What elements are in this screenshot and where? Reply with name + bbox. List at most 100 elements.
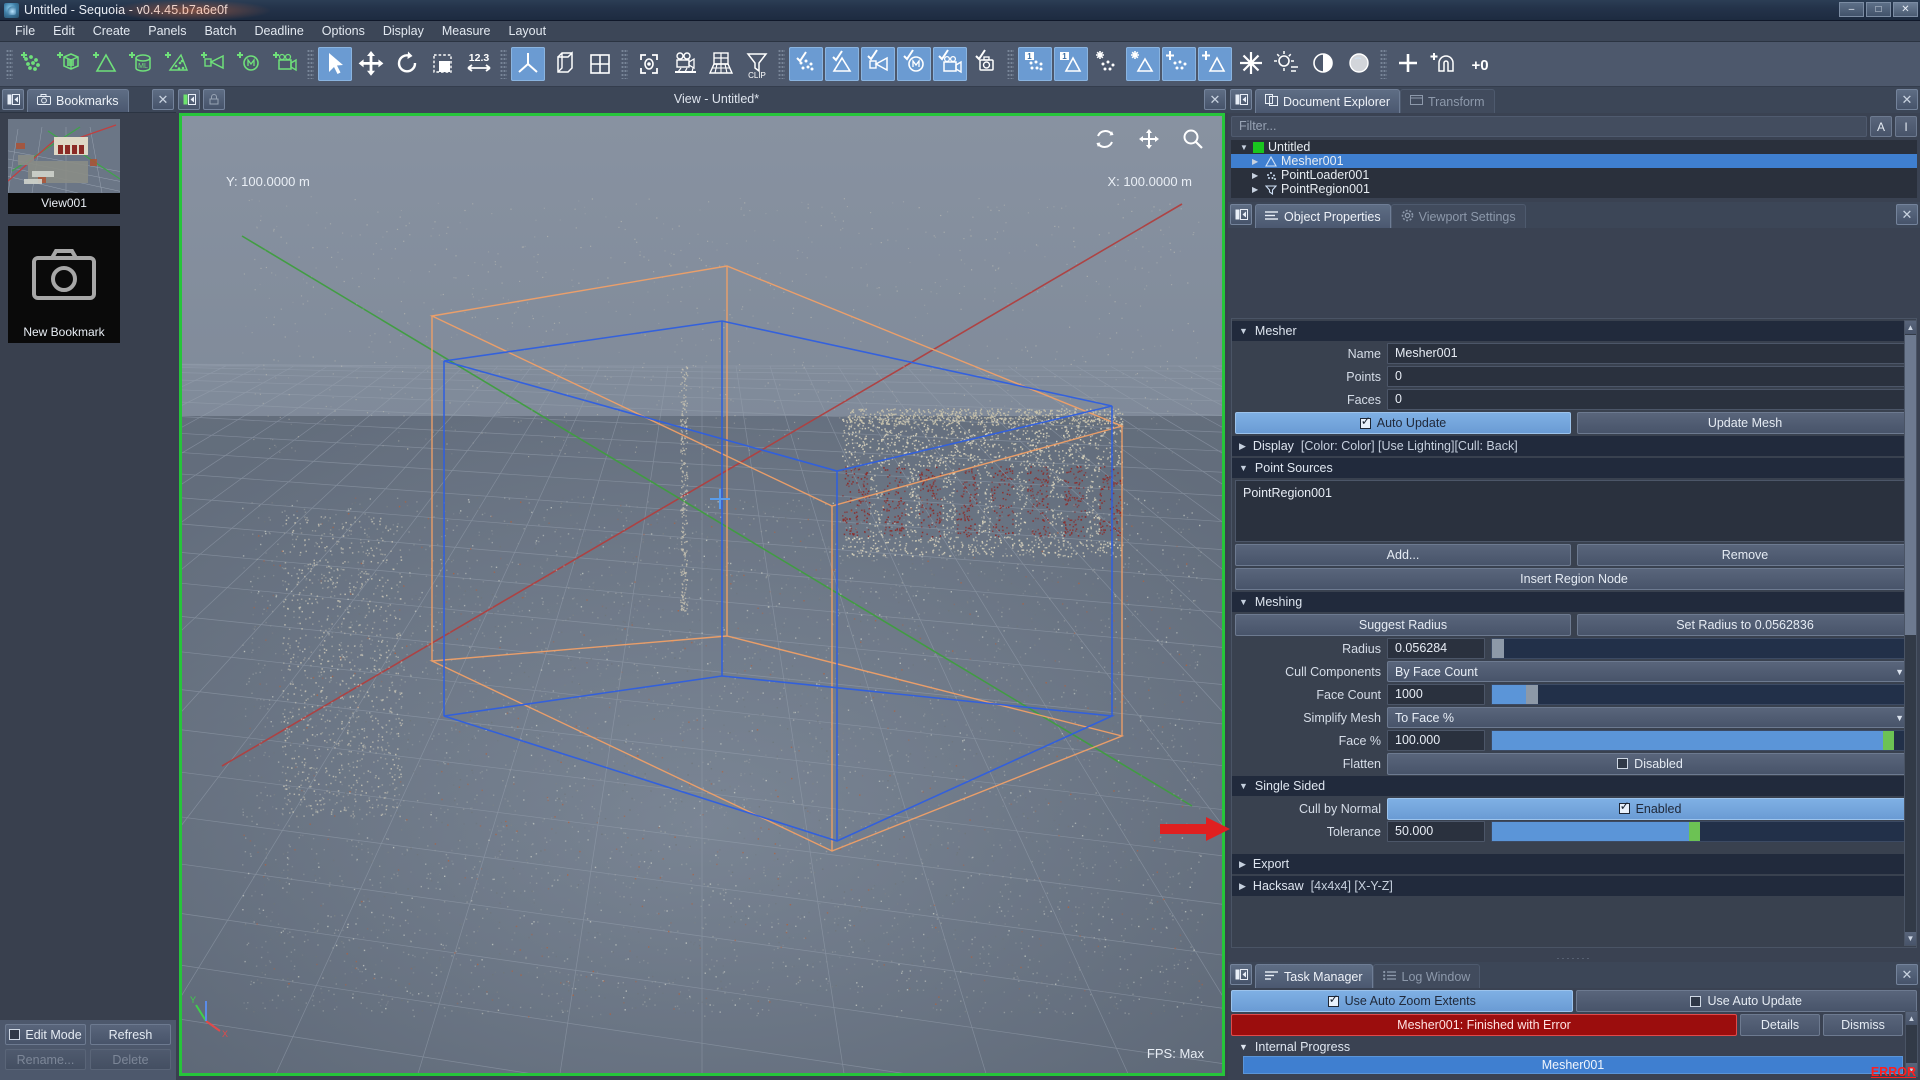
mesh-display-mode-icon[interactable]: 1 bbox=[1054, 47, 1088, 81]
tree-item-pointregion001[interactable]: ▶ PointRegion001 bbox=[1231, 182, 1917, 196]
mesh-sparkle-icon[interactable] bbox=[1126, 47, 1160, 81]
add-camera-icon[interactable] bbox=[269, 47, 303, 81]
box-view-icon[interactable] bbox=[547, 47, 581, 81]
select-arrow-icon[interactable] bbox=[318, 47, 352, 81]
menu-item-deadline[interactable]: Deadline bbox=[245, 23, 312, 40]
toolbar-grip-create[interactable] bbox=[6, 49, 13, 79]
numeric-distance-icon[interactable]: 12.3 bbox=[462, 47, 496, 81]
scroll-up-icon[interactable]: ▲ bbox=[1905, 321, 1916, 334]
point-source-item[interactable]: PointRegion001 bbox=[1243, 486, 1905, 500]
face-pct-input[interactable]: 100.000 bbox=[1387, 730, 1485, 751]
zoom-extents-icon[interactable] bbox=[632, 47, 666, 81]
auto-update-button[interactable]: Auto Update bbox=[1235, 412, 1571, 434]
viewport-3d[interactable]: Y X Y: 100.0000 m X: 100.0000 m FPS: Max bbox=[179, 113, 1225, 1076]
section-single-sided[interactable]: ▼ Single Sided bbox=[1232, 776, 1916, 796]
insert-region-node-button[interactable]: Insert Region Node bbox=[1235, 568, 1913, 590]
toolbar-grip-view[interactable] bbox=[500, 49, 507, 79]
face-count-slider-handle[interactable] bbox=[1525, 685, 1538, 704]
menu-item-panels[interactable]: Panels bbox=[139, 23, 195, 40]
tab-bookmarks[interactable]: Bookmarks bbox=[27, 89, 129, 112]
toolbar-grip-camera[interactable] bbox=[621, 49, 628, 79]
grid-view-icon[interactable] bbox=[583, 47, 617, 81]
toolbar-grip-tools[interactable] bbox=[1380, 49, 1387, 79]
radius-slider[interactable] bbox=[1491, 638, 1913, 659]
tree-expand-icon[interactable]: ▶ bbox=[1252, 171, 1261, 180]
properties-scrollbar[interactable]: ▲ ▼ bbox=[1904, 320, 1917, 946]
clip-icon[interactable]: CLIP bbox=[740, 47, 774, 81]
edit-mode-button[interactable]: Edit Mode bbox=[5, 1024, 86, 1045]
add-scanner-projection-icon[interactable] bbox=[197, 47, 231, 81]
add-point-loader-icon[interactable] bbox=[161, 47, 195, 81]
update-mesh-button[interactable]: Update Mesh bbox=[1577, 412, 1913, 434]
tolerance-slider[interactable] bbox=[1491, 821, 1913, 842]
tree-expand-icon[interactable]: ▼ bbox=[1240, 143, 1249, 152]
viewport-lock-icon[interactable] bbox=[203, 89, 225, 110]
mesh-channel-icon[interactable] bbox=[1198, 47, 1232, 81]
menu-item-create[interactable]: Create bbox=[84, 23, 140, 40]
tree-expand-icon[interactable]: ▶ bbox=[1252, 157, 1261, 166]
delete-button[interactable]: Delete bbox=[90, 1049, 171, 1070]
add-mesher-icon[interactable] bbox=[89, 47, 123, 81]
show-mesh-icon[interactable] bbox=[825, 47, 859, 81]
flatten-checkbox[interactable] bbox=[1617, 758, 1629, 769]
use-auto-zoom-checkbox[interactable] bbox=[1327, 993, 1339, 1007]
move-icon[interactable] bbox=[354, 47, 388, 81]
tab-object-properties[interactable]: Object Properties bbox=[1255, 204, 1391, 228]
section-display[interactable]: ▶ Display [Color: Color] [Use Lighting][… bbox=[1232, 436, 1916, 456]
tolerance-input[interactable]: 50.000 bbox=[1387, 821, 1485, 842]
scroll-down-icon[interactable]: ▼ bbox=[1905, 932, 1916, 945]
auto-update-checkbox[interactable] bbox=[1359, 415, 1371, 429]
point-display-mode-icon[interactable]: 1 bbox=[1018, 47, 1052, 81]
star-burst-icon[interactable] bbox=[1234, 47, 1268, 81]
simplify-mesh-select[interactable]: To Face % ▼ bbox=[1387, 707, 1913, 728]
point-sources-list[interactable]: PointRegion001 bbox=[1235, 480, 1913, 542]
camera-projector-icon[interactable] bbox=[668, 47, 702, 81]
use-auto-update-toggle[interactable]: Use Auto Update bbox=[1575, 990, 1917, 1012]
flatten-toggle[interactable]: Disabled bbox=[1387, 752, 1913, 775]
cull-by-normal-checkbox[interactable] bbox=[1618, 800, 1630, 814]
use-auto-zoom-extents-toggle[interactable]: Use Auto Zoom Extents bbox=[1231, 990, 1573, 1012]
perspective-grid-icon[interactable] bbox=[704, 47, 738, 81]
face-count-slider[interactable] bbox=[1491, 684, 1913, 705]
show-measurement-icon[interactable] bbox=[897, 47, 931, 81]
minimize-button[interactable]: – bbox=[1839, 2, 1864, 17]
menu-item-display[interactable]: Display bbox=[374, 23, 433, 40]
tab-document-explorer[interactable]: Document Explorer bbox=[1255, 89, 1400, 113]
set-radius-button[interactable]: Set Radius to 0.0562836 bbox=[1577, 614, 1913, 636]
zoom-icon[interactable] bbox=[1182, 128, 1204, 153]
add-point-region-icon[interactable] bbox=[53, 47, 87, 81]
menu-item-options[interactable]: Options bbox=[313, 23, 374, 40]
section-mesher[interactable]: ▼ Mesher bbox=[1232, 321, 1916, 341]
error-status-banner[interactable]: Mesher001: Finished with Error bbox=[1231, 1014, 1737, 1036]
toolbar-grip-transform[interactable] bbox=[307, 49, 314, 79]
dock-pin-icon[interactable] bbox=[2, 89, 24, 110]
rotate-icon[interactable] bbox=[390, 47, 424, 81]
show-bookmark-icon[interactable] bbox=[969, 47, 1003, 81]
tree-item-untitled[interactable]: ▼ Untitled bbox=[1231, 140, 1917, 154]
bookmark-item[interactable]: New Bookmark bbox=[8, 226, 120, 343]
toolbar-grip-visibility[interactable] bbox=[778, 49, 785, 79]
tree-expand-icon[interactable]: ▶ bbox=[1252, 185, 1261, 194]
filter-invert-button[interactable]: I bbox=[1895, 116, 1917, 137]
cull-components-select[interactable]: By Face Count ▼ bbox=[1387, 661, 1913, 682]
point-sparkle-icon[interactable] bbox=[1090, 47, 1124, 81]
filter-input[interactable]: Filter... bbox=[1231, 116, 1867, 137]
toolbar-grip-display-modes[interactable] bbox=[1007, 49, 1014, 79]
menu-item-layout[interactable]: Layout bbox=[500, 23, 556, 40]
tree-item-pointloader001[interactable]: ▶ PointLoader001 bbox=[1231, 168, 1917, 182]
document-explorer-close-icon[interactable]: ✕ bbox=[1896, 89, 1918, 110]
add-plus-icon[interactable] bbox=[1391, 47, 1425, 81]
suggest-radius-button[interactable]: Suggest Radius bbox=[1235, 614, 1571, 636]
tree-item-mesher001[interactable]: ▶ Mesher001 bbox=[1231, 154, 1917, 168]
tab-viewport-settings[interactable]: Viewport Settings bbox=[1390, 204, 1526, 228]
menu-item-file[interactable]: File bbox=[6, 23, 44, 40]
refresh-button[interactable]: Refresh bbox=[90, 1024, 171, 1045]
task-manager-dock-pin-icon[interactable] bbox=[1230, 964, 1252, 985]
task-scroll-up-icon[interactable]: ▲ bbox=[1906, 1012, 1917, 1025]
tab-log-window[interactable]: Log Window bbox=[1372, 964, 1481, 988]
menu-item-edit[interactable]: Edit bbox=[44, 23, 84, 40]
face-count-input[interactable]: 1000 bbox=[1387, 684, 1485, 705]
viewport-close-icon[interactable]: ✕ bbox=[1204, 89, 1226, 110]
section-meshing[interactable]: ▼ Meshing bbox=[1232, 592, 1916, 612]
pan-icon[interactable] bbox=[1138, 128, 1160, 153]
